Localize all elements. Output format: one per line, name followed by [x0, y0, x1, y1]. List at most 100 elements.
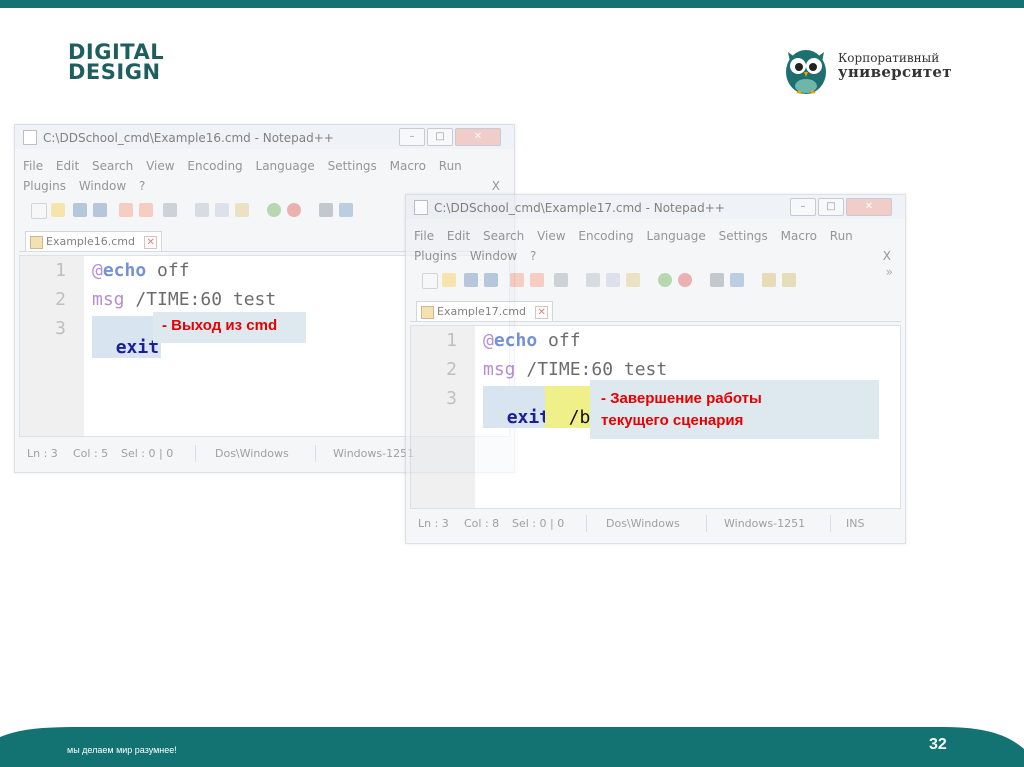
close-file-icon[interactable]	[119, 203, 133, 217]
minimize-button[interactable]: –	[790, 198, 816, 216]
replace-icon[interactable]	[730, 273, 744, 287]
zoom-out-icon[interactable]	[782, 273, 796, 287]
menu-bar-row2: Plugins Window ?	[414, 249, 545, 263]
menu-plugins[interactable]: Plugins	[23, 179, 66, 193]
window-titlebar: C:\DDSchool_cmd\Example17.cmd - Notepad+…	[406, 195, 905, 219]
status-bar: Ln : 3 Col : 8 Sel : 0 | 0 Dos\Windows W…	[410, 513, 901, 535]
status-line: Ln : 3	[27, 447, 58, 460]
status-encoding: Windows-1251	[724, 517, 806, 530]
undo-icon[interactable]	[658, 273, 672, 287]
find-icon[interactable]	[319, 203, 333, 217]
print-icon[interactable]	[554, 273, 568, 287]
status-eol: Dos\Windows	[606, 517, 680, 530]
window-close-button[interactable]: ✕	[455, 128, 501, 146]
cut-icon[interactable]	[195, 203, 209, 217]
redo-icon[interactable]	[678, 273, 692, 287]
menu-language[interactable]: Language	[256, 159, 315, 173]
cut-icon[interactable]	[586, 273, 600, 287]
menu-macro[interactable]: Macro	[390, 159, 426, 173]
undo-icon[interactable]	[267, 203, 281, 217]
menu-help[interactable]: ?	[530, 249, 536, 263]
maximize-button[interactable]: □	[427, 128, 453, 146]
status-eol: Dos\Windows	[215, 447, 289, 460]
toolbar-overflow-chevron[interactable]: »	[886, 265, 893, 279]
menu-help[interactable]: ?	[139, 179, 145, 193]
menu-language[interactable]: Language	[647, 229, 706, 243]
window-title: C:\DDSchool_cmd\Example17.cmd - Notepad+…	[434, 201, 725, 215]
copy-icon[interactable]	[215, 203, 229, 217]
menu-file[interactable]: File	[414, 229, 434, 243]
save-all-icon[interactable]	[484, 273, 498, 287]
menu-edit[interactable]: Edit	[56, 159, 79, 173]
menu-macro[interactable]: Macro	[781, 229, 817, 243]
notepad-file-icon	[23, 130, 37, 145]
status-separator	[315, 445, 316, 462]
code-line-2: msg /TIME:60 test	[483, 359, 668, 380]
zoom-in-icon[interactable]	[762, 273, 776, 287]
replace-icon[interactable]	[339, 203, 353, 217]
redo-icon[interactable]	[287, 203, 301, 217]
status-column: Col : 5	[73, 447, 109, 460]
line-number: 1	[55, 260, 66, 281]
open-file-icon[interactable]	[442, 273, 456, 287]
code-line-1: @echo off	[92, 260, 190, 281]
menu-search[interactable]: Search	[483, 229, 524, 243]
status-insert-mode: INS	[846, 517, 865, 530]
menu-edit[interactable]: Edit	[447, 229, 470, 243]
save-all-icon[interactable]	[93, 203, 107, 217]
paste-icon[interactable]	[626, 273, 640, 287]
save-icon[interactable]	[73, 203, 87, 217]
tab-close-icon[interactable]: ✕	[144, 236, 157, 249]
menu-bar-row1: File Edit Search View Encoding Language …	[23, 159, 471, 173]
close-all-icon[interactable]	[530, 273, 544, 287]
status-selection: Sel : 0 | 0	[121, 447, 174, 460]
line-number: 2	[446, 359, 457, 380]
menu-encoding[interactable]: Encoding	[578, 229, 633, 243]
tab-example17[interactable]: Example17.cmd ✕	[416, 301, 553, 321]
minimize-button[interactable]: –	[399, 128, 425, 146]
highlight-b-switch: /b	[545, 386, 593, 428]
menu-window[interactable]: Window	[79, 179, 126, 193]
footer-slogan: мы делаем мир разумнее!	[67, 745, 177, 755]
tab-example16[interactable]: Example16.cmd ✕	[25, 231, 162, 251]
logo-line2: DESIGN	[68, 60, 161, 84]
menu-close-doc[interactable]: X	[492, 179, 500, 193]
line-number-gutter: 1 2 3	[411, 326, 475, 508]
annotation-text: - Выход из cmd	[162, 317, 278, 334]
menu-bar-row1: File Edit Search View Encoding Language …	[414, 229, 862, 243]
tab-label: Example17.cmd	[437, 305, 526, 318]
menu-search[interactable]: Search	[92, 159, 133, 173]
menu-view[interactable]: View	[537, 229, 565, 243]
menu-window[interactable]: Window	[470, 249, 517, 263]
menu-view[interactable]: View	[146, 159, 174, 173]
menu-plugins[interactable]: Plugins	[414, 249, 457, 263]
save-icon[interactable]	[464, 273, 478, 287]
close-all-icon[interactable]	[139, 203, 153, 217]
status-line: Ln : 3	[418, 517, 449, 530]
menu-file[interactable]: File	[23, 159, 43, 173]
open-file-icon[interactable]	[51, 203, 65, 217]
university-logo-text: Корпоративный университет	[838, 52, 952, 80]
maximize-button[interactable]: □	[818, 198, 844, 216]
menu-run[interactable]: Run	[830, 229, 853, 243]
menu-settings[interactable]: Settings	[719, 229, 768, 243]
paste-icon[interactable]	[235, 203, 249, 217]
tab-close-icon[interactable]: ✕	[535, 306, 548, 319]
menu-close-doc[interactable]: X	[883, 249, 891, 263]
annotation-exit-cmd: - Выход из cmd	[153, 312, 306, 343]
new-file-icon[interactable]	[31, 203, 47, 219]
find-icon[interactable]	[710, 273, 724, 287]
menu-run[interactable]: Run	[439, 159, 462, 173]
close-file-icon[interactable]	[510, 273, 524, 287]
menu-settings[interactable]: Settings	[328, 159, 377, 173]
line-number: 1	[446, 330, 457, 351]
print-icon[interactable]	[163, 203, 177, 217]
copy-icon[interactable]	[606, 273, 620, 287]
window-close-button[interactable]: ✕	[846, 198, 892, 216]
file-tab-icon	[30, 236, 43, 249]
logo-line1: DIGITAL	[68, 40, 165, 64]
new-file-icon[interactable]	[422, 273, 438, 289]
status-separator	[586, 515, 587, 532]
menu-encoding[interactable]: Encoding	[187, 159, 242, 173]
window-titlebar: C:\DDSchool_cmd\Example16.cmd - Notepad+…	[15, 125, 514, 149]
